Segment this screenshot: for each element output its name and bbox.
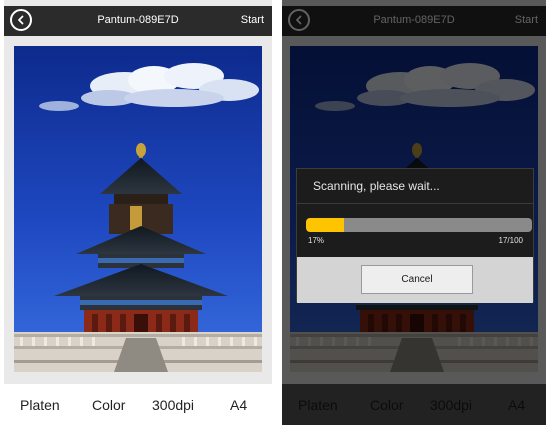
- preview-screen: Pantum-089E7D Start Platen Color 300dpi …: [4, 0, 272, 425]
- divider: [297, 203, 533, 204]
- progress-fill: [306, 218, 345, 232]
- dialog-message: Scanning, please wait...: [313, 179, 440, 193]
- device-title: Pantum-089E7D: [97, 14, 179, 26]
- cancel-button[interactable]: Cancel: [361, 265, 473, 294]
- progress-bar: [306, 218, 532, 232]
- resolution-option[interactable]: 300dpi: [430, 397, 472, 413]
- start-button[interactable]: Start: [241, 14, 264, 26]
- source-option[interactable]: Platen: [20, 397, 60, 413]
- start-button[interactable]: Start: [515, 14, 538, 26]
- paper-size-option[interactable]: A4: [508, 397, 525, 413]
- scanning-dialog: Scanning, please wait... 17% 17/100 Canc…: [296, 168, 534, 303]
- scan-settings-bar: Platen Color 300dpi A4: [282, 384, 546, 425]
- source-option[interactable]: Platen: [298, 397, 338, 413]
- scan-settings-bar: Platen Color 300dpi A4: [4, 384, 272, 425]
- color-mode-option[interactable]: Color: [370, 397, 403, 413]
- top-bar: Pantum-089E7D Start: [4, 6, 272, 36]
- top-bar: Pantum-089E7D Start: [282, 6, 546, 36]
- device-title: Pantum-089E7D: [373, 14, 455, 26]
- scan-preview-image: [14, 46, 262, 372]
- progress-percent: 17%: [308, 236, 325, 245]
- scanning-screen: Pantum-089E7D Start Platen Color 300dpi …: [282, 0, 546, 425]
- paper-size-option[interactable]: A4: [230, 397, 247, 413]
- resolution-option[interactable]: 300dpi: [152, 397, 194, 413]
- dialog-button-bar: Cancel: [297, 257, 533, 303]
- progress-count: 17/100: [498, 236, 523, 245]
- color-mode-option[interactable]: Color: [92, 397, 125, 413]
